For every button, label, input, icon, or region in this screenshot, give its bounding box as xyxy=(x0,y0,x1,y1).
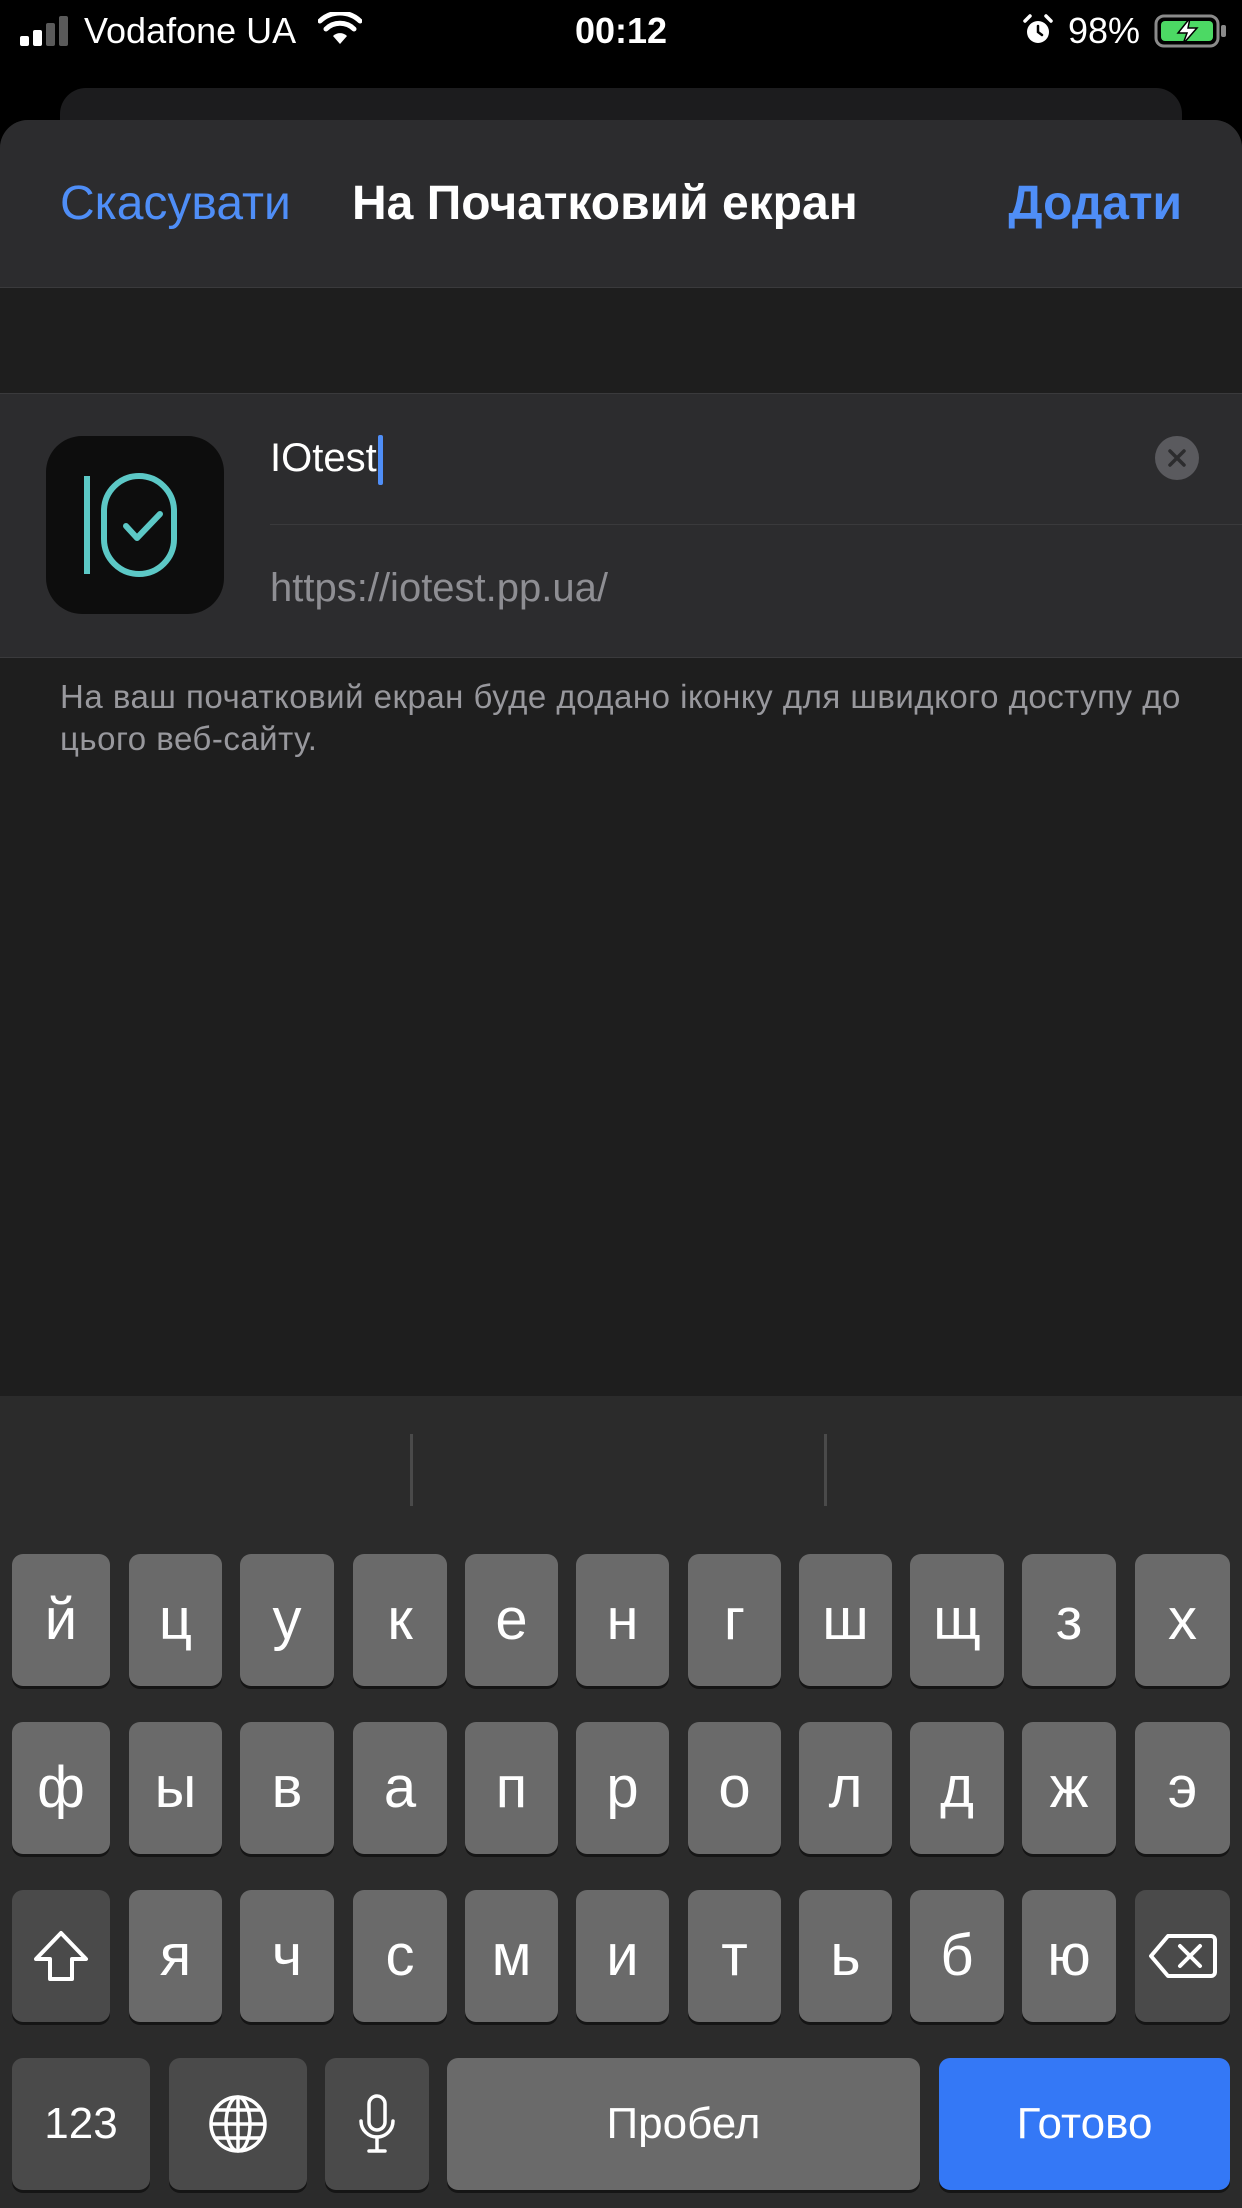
shortcut-form: IOtest https://iotest.pp.ua/ xyxy=(0,394,1242,658)
keyboard: й ц у к е н г ш щ з х ф ы в а п р о л д … xyxy=(0,1396,1242,2208)
key-ф[interactable]: ф xyxy=(12,1722,110,1854)
key-о[interactable]: о xyxy=(688,1722,781,1854)
shortcut-name-value: IOtest xyxy=(270,436,377,480)
suggestion-divider xyxy=(824,1434,827,1506)
add-button[interactable]: Додати xyxy=(1008,172,1182,236)
key-ж[interactable]: ж xyxy=(1022,1722,1116,1854)
key-ю[interactable]: ю xyxy=(1022,1890,1116,2022)
key-к[interactable]: к xyxy=(353,1554,447,1686)
battery-percent: 98% xyxy=(1068,10,1141,51)
key-я[interactable]: я xyxy=(129,1890,222,2022)
sheet-nav-bar: Скасувати На Початковий екран Додати xyxy=(0,120,1242,288)
shortcut-name-field[interactable]: IOtest xyxy=(270,428,1120,488)
key-ы[interactable]: ы xyxy=(129,1722,222,1854)
key-ч[interactable]: ч xyxy=(240,1890,334,2022)
key-щ[interactable]: щ xyxy=(910,1554,1004,1686)
done-key[interactable]: Готово xyxy=(939,2058,1230,2190)
key-с[interactable]: с xyxy=(353,1890,447,2022)
section-spacer xyxy=(0,288,1242,394)
key-т[interactable]: т xyxy=(688,1890,781,2022)
key-э[interactable]: э xyxy=(1135,1722,1230,1854)
key-в[interactable]: в xyxy=(240,1722,334,1854)
iotest-app-icon xyxy=(46,436,224,614)
cancel-button[interactable]: Скасувати xyxy=(60,172,291,236)
key-ш[interactable]: ш xyxy=(799,1554,892,1686)
key-н[interactable]: н xyxy=(576,1554,669,1686)
microphone-icon[interactable] xyxy=(325,2058,429,2190)
key-и[interactable]: и xyxy=(576,1890,669,2022)
clear-icon[interactable] xyxy=(1155,436,1199,480)
sheet-title: На Початковий екран xyxy=(352,177,858,230)
status-time: 00:12 xyxy=(574,10,668,51)
row-divider xyxy=(270,524,1242,525)
battery-charging-icon xyxy=(1154,14,1226,48)
globe-icon[interactable] xyxy=(169,2058,307,2190)
space-key[interactable]: Пробел xyxy=(447,2058,920,2190)
backspace-icon[interactable] xyxy=(1135,1890,1230,2022)
key-д[interactable]: д xyxy=(910,1722,1004,1854)
alarm-icon xyxy=(1023,14,1053,43)
key-р[interactable]: р xyxy=(576,1722,669,1854)
key-з[interactable]: з xyxy=(1022,1554,1116,1686)
text-caret xyxy=(377,435,383,486)
key-б[interactable]: б xyxy=(910,1890,1004,2022)
shift-icon[interactable] xyxy=(12,1890,110,2022)
key-п[interactable]: п xyxy=(465,1722,558,1854)
numbers-key[interactable]: 123 xyxy=(12,2058,150,2190)
key-е[interactable]: е xyxy=(465,1554,558,1686)
key-г[interactable]: г xyxy=(688,1554,781,1686)
key-ь[interactable]: ь xyxy=(799,1890,892,2022)
status-bar: Vodafone UA 00:12 98% xyxy=(0,0,1242,62)
key-х[interactable]: х xyxy=(1135,1554,1230,1686)
suggestion-divider xyxy=(410,1434,413,1506)
shortcut-url: https://iotest.pp.ua/ xyxy=(270,566,608,610)
key-ц[interactable]: ц xyxy=(129,1554,222,1686)
key-у[interactable]: у xyxy=(240,1554,334,1686)
key-а[interactable]: а xyxy=(353,1722,447,1854)
hint-text: На ваш початковий екран буде додано ікон… xyxy=(60,678,1181,757)
key-м[interactable]: м xyxy=(465,1890,558,2022)
key-л[interactable]: л xyxy=(799,1722,892,1854)
key-й[interactable]: й xyxy=(12,1554,110,1686)
